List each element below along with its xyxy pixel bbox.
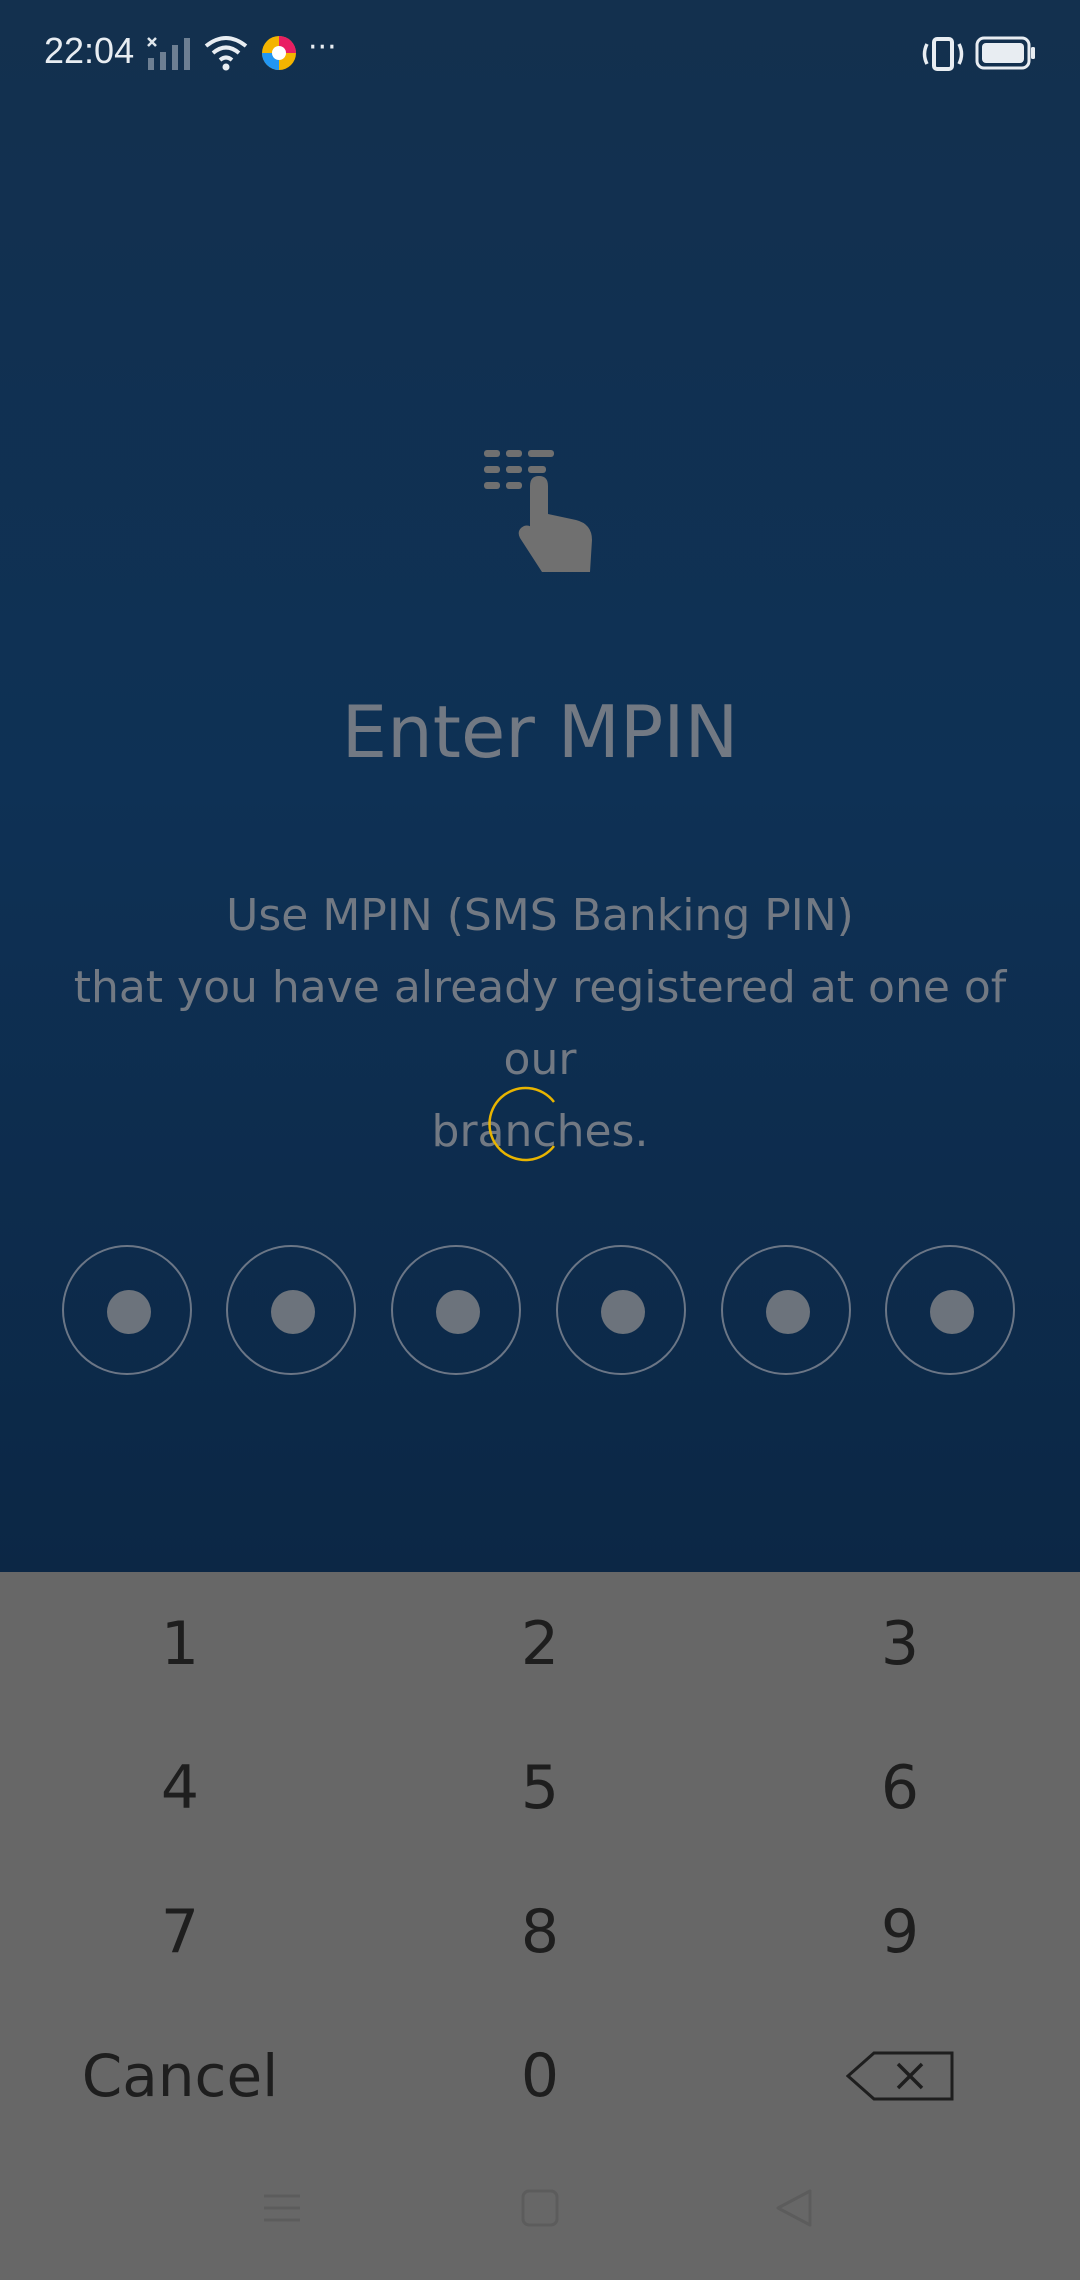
wifi-icon xyxy=(204,36,248,71)
instructions-line-1: Use MPIN (SMS Banking PIN) xyxy=(226,890,854,941)
system-nav-bar xyxy=(0,2148,1080,2280)
pin-dot xyxy=(930,1290,974,1334)
vibrate-icon xyxy=(922,37,964,71)
numeric-keypad: 1 2 3 4 5 6 7 8 9 Cancel 0 xyxy=(0,1572,1080,2148)
pin-dot xyxy=(271,1290,315,1334)
menu-icon[interactable] xyxy=(262,2188,302,2228)
pin-slot xyxy=(721,1245,851,1375)
backspace-icon xyxy=(846,2051,954,2101)
pin-slot xyxy=(556,1245,686,1375)
tap-keypad-icon xyxy=(484,450,592,572)
pin-dot xyxy=(107,1290,151,1334)
page-title: Enter MPIN xyxy=(341,690,739,774)
screen-background: 22:04 ··· Enter MPIN Use MPIN (SMS Banki… xyxy=(0,0,1080,1572)
key-0[interactable]: 0 xyxy=(360,2004,720,2148)
pin-dot xyxy=(601,1290,645,1334)
pin-dot xyxy=(436,1290,480,1334)
back-icon[interactable] xyxy=(774,2188,814,2228)
backspace-button[interactable] xyxy=(720,2004,1080,2148)
key-8[interactable]: 8 xyxy=(360,1860,720,2004)
pin-slot xyxy=(391,1245,521,1375)
key-1[interactable]: 1 xyxy=(0,1572,360,1716)
key-5[interactable]: 5 xyxy=(360,1716,720,1860)
app-notification-icon xyxy=(262,36,296,70)
status-bar: 22:04 ··· xyxy=(0,0,1080,110)
signal-icon xyxy=(147,37,190,70)
pin-indicator-row xyxy=(0,1245,1080,1379)
key-6[interactable]: 6 xyxy=(720,1716,1080,1860)
key-3[interactable]: 3 xyxy=(720,1572,1080,1716)
more-icon: ··· xyxy=(308,30,337,65)
pin-slot xyxy=(226,1245,356,1375)
status-time: 22:04 xyxy=(44,30,135,71)
pin-slot xyxy=(885,1245,1015,1375)
pin-dot xyxy=(766,1290,810,1334)
key-7[interactable]: 7 xyxy=(0,1860,360,2004)
key-9[interactable]: 9 xyxy=(720,1860,1080,2004)
cancel-button[interactable]: Cancel xyxy=(0,2004,360,2148)
home-icon[interactable] xyxy=(520,2188,560,2228)
key-2[interactable]: 2 xyxy=(360,1572,720,1716)
instructions-line-2: that you have already registered at one … xyxy=(73,962,1007,1085)
key-4[interactable]: 4 xyxy=(0,1716,360,1860)
battery-icon xyxy=(975,36,1035,70)
pin-slot xyxy=(62,1245,192,1375)
loading-spinner xyxy=(488,1086,555,1162)
